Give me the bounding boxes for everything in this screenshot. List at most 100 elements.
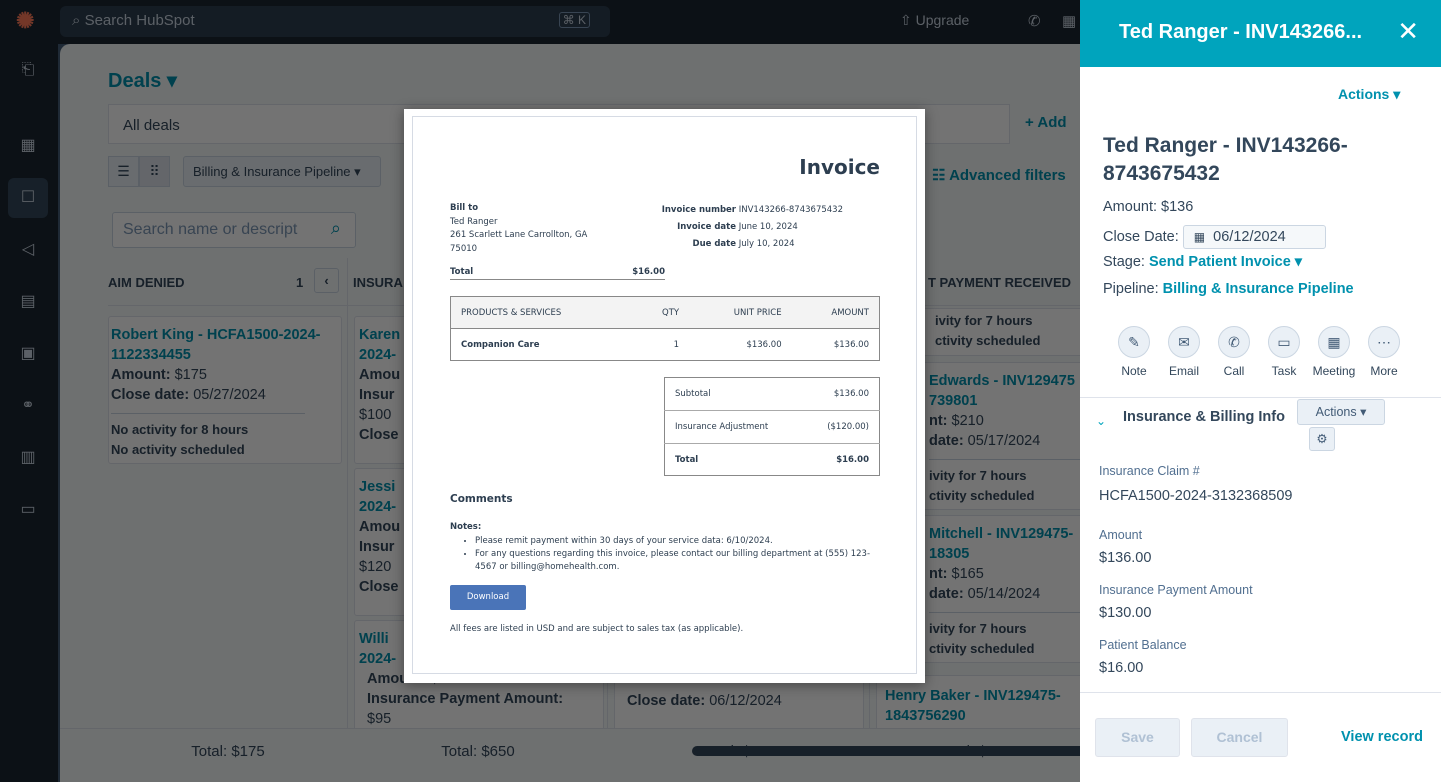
pipeline-value[interactable]: Billing & Insurance Pipeline xyxy=(1163,281,1354,297)
advanced-filters-label: Advanced filters xyxy=(949,167,1066,184)
close-date-label: Close Date: xyxy=(1103,229,1179,245)
library-folder-icon[interactable]: ▭ xyxy=(8,490,48,530)
close-label: Close date: xyxy=(627,693,706,709)
amount-value[interactable]: $136.00 xyxy=(1099,550,1151,566)
deal-name[interactable]: Edwards - INV129475 xyxy=(929,371,1080,391)
tab-all-deals[interactable]: All deals xyxy=(123,117,180,134)
upgrade-button[interactable]: ⇧ Upgrade xyxy=(900,12,969,29)
invoice-document: Invoice Bill to Ted Ranger 261 Scarlett … xyxy=(412,116,917,674)
download-button[interactable]: Download xyxy=(450,585,526,610)
task-button[interactable]: ▭ Task xyxy=(1259,326,1309,378)
search-icon[interactable]: ⌕ xyxy=(331,218,341,239)
column-header: AIM DENIED 1 ‹ xyxy=(108,258,347,306)
insurance-claim-value[interactable]: HCFA1500-2024-3132368509 xyxy=(1099,488,1292,504)
bill-to-name: Ted Ranger xyxy=(450,216,498,227)
save-button[interactable]: Save xyxy=(1095,718,1180,757)
marketplace-icon[interactable]: ▦ xyxy=(1062,12,1076,30)
board-view-button[interactable]: ⠿ xyxy=(139,156,170,187)
chevron-down-icon[interactable]: ⌄ xyxy=(1096,414,1106,428)
email-button[interactable]: ✉ Email xyxy=(1159,326,1209,378)
deal-search-input[interactable]: Search name or descript ⌕ xyxy=(112,212,356,248)
marketing-icon[interactable]: ◁ xyxy=(8,230,48,270)
col-header: QTY xyxy=(662,307,680,318)
more-button[interactable]: ⋯ More xyxy=(1359,326,1409,378)
note-button[interactable]: ✎ Note xyxy=(1109,326,1159,378)
meta-label: Invoice number xyxy=(661,205,736,215)
reporting-icon[interactable]: ▥ xyxy=(8,438,48,478)
deal-name-cont: 1122334455 xyxy=(111,347,191,363)
close-icon[interactable]: ✕ xyxy=(1397,16,1419,47)
meeting-label: Meeting xyxy=(1312,364,1356,378)
gear-icon[interactable]: ⚙ xyxy=(1309,427,1335,451)
deal-search-placeholder: Search name or descript xyxy=(123,221,298,238)
invoice-title: Invoice xyxy=(799,155,880,179)
deal-name-cont: 739801 xyxy=(929,393,978,409)
deal-name[interactable]: Robert King - HCFA1500-2024- xyxy=(111,325,341,345)
next-activity: No activity scheduled xyxy=(111,442,245,457)
deals-object-menu[interactable]: Deals ▾ xyxy=(108,68,177,93)
phone-icon[interactable]: ✆ xyxy=(1028,12,1041,30)
col-header: PRODUCTS & SERVICES xyxy=(461,307,562,318)
search-placeholder: Search HubSpot xyxy=(84,12,195,29)
view-record-link[interactable]: View record xyxy=(1341,729,1423,745)
cancel-button[interactable]: Cancel xyxy=(1191,718,1288,757)
list-view-button[interactable]: ☰ xyxy=(108,156,139,187)
panel-header-title: Ted Ranger - INV143266... xyxy=(1119,21,1363,43)
shortcut-hint: ⌘ K xyxy=(558,12,590,28)
more-icon: ⋯ xyxy=(1368,326,1400,358)
field-label: Amount xyxy=(1099,528,1143,542)
workspaces-icon[interactable]: ▦ xyxy=(8,126,48,166)
deal-card[interactable]: Robert King - HCFA1500-2024- 1122334455 … xyxy=(108,316,342,464)
last-activity: ivity for 7 hours xyxy=(929,621,1027,636)
record-title: Ted Ranger - INV143266-8743675432 xyxy=(1103,134,1348,185)
next-activity: ctivity scheduled xyxy=(929,488,1035,503)
crm-contacts-icon[interactable]: ☐ xyxy=(8,178,48,218)
comments-heading: Comments xyxy=(450,493,513,505)
stage-select[interactable]: Send Patient Invoice ▾ xyxy=(1149,254,1302,270)
deal-name[interactable]: Mitchell - INV129475- xyxy=(929,524,1080,544)
content-icon[interactable]: ▤ xyxy=(8,282,48,322)
global-search-input[interactable]: ⌕ Search HubSpot ⌘ K xyxy=(60,6,610,37)
summary-label: Insurance Adjustment xyxy=(675,422,769,432)
total-value: $16.00 xyxy=(632,267,665,277)
hubspot-logo-icon[interactable]: ✺ xyxy=(16,8,34,34)
commerce-icon[interactable]: ▣ xyxy=(8,334,48,374)
close-value: 06/12/2024 xyxy=(705,693,782,709)
add-view-button[interactable]: + Add xyxy=(1025,114,1067,131)
left-nav: ⎗ ▦ ☐ ◁ ▤ ▣ ⚭ ▥ ▭ xyxy=(0,44,58,782)
section-title[interactable]: Insurance & Billing Info xyxy=(1123,408,1298,426)
item-qty: 1 xyxy=(673,339,680,350)
insurance-payment-value[interactable]: $130.00 xyxy=(1099,605,1151,621)
record-actions-menu[interactable]: Actions ▾ xyxy=(1338,86,1400,103)
bookmark-icon[interactable]: ⎗ xyxy=(8,50,48,90)
section-actions-button[interactable]: Actions ▾ xyxy=(1297,399,1385,425)
close-label: Close xyxy=(359,579,399,595)
summary-value: $136.00 xyxy=(833,389,869,399)
automation-icon[interactable]: ⚭ xyxy=(8,386,48,426)
horizontal-scrollbar[interactable] xyxy=(692,746,1080,756)
meeting-button[interactable]: ▦ Meeting xyxy=(1309,326,1359,378)
last-activity: No activity for 8 hours xyxy=(111,422,249,437)
stage-label: Stage: xyxy=(1103,254,1145,270)
pipeline-select[interactable]: Billing & Insurance Pipeline ▾ xyxy=(183,156,381,187)
amount-label: nt: xyxy=(929,566,948,582)
patient-balance-value[interactable]: $16.00 xyxy=(1099,660,1143,676)
deal-name[interactable]: Henry Baker - INV129475- xyxy=(885,686,1080,706)
column-title: AIM DENIED xyxy=(108,275,185,290)
due-date: July 10, 2024 xyxy=(738,239,795,249)
pipeline-row: Pipeline: Billing & Insurance Pipeline xyxy=(1103,281,1354,297)
note-icon: ✎ xyxy=(1118,326,1150,358)
call-button[interactable]: ✆ Call xyxy=(1209,326,1259,378)
field-label: Insurance Payment Amount xyxy=(1099,583,1253,597)
total-label: Total xyxy=(450,267,474,277)
summary-value: $16.00 xyxy=(836,454,869,465)
last-activity: ivity for 7 hours xyxy=(935,313,1033,328)
advanced-filters-button[interactable]: ☷ Advanced filters xyxy=(932,166,1066,184)
deal-card[interactable]: Close date: 06/12/2024 xyxy=(614,676,864,728)
collapse-column-button[interactable]: ‹ xyxy=(314,268,339,293)
amount-label: Amount: xyxy=(111,367,171,383)
invoice-date: June 10, 2024 xyxy=(738,222,798,232)
summary-row: Insurance Adjustment ($120.00) xyxy=(664,411,880,444)
item-name: Companion Care xyxy=(461,339,540,350)
close-date-input[interactable]: ▦ 06/12/2024 xyxy=(1182,225,1326,249)
